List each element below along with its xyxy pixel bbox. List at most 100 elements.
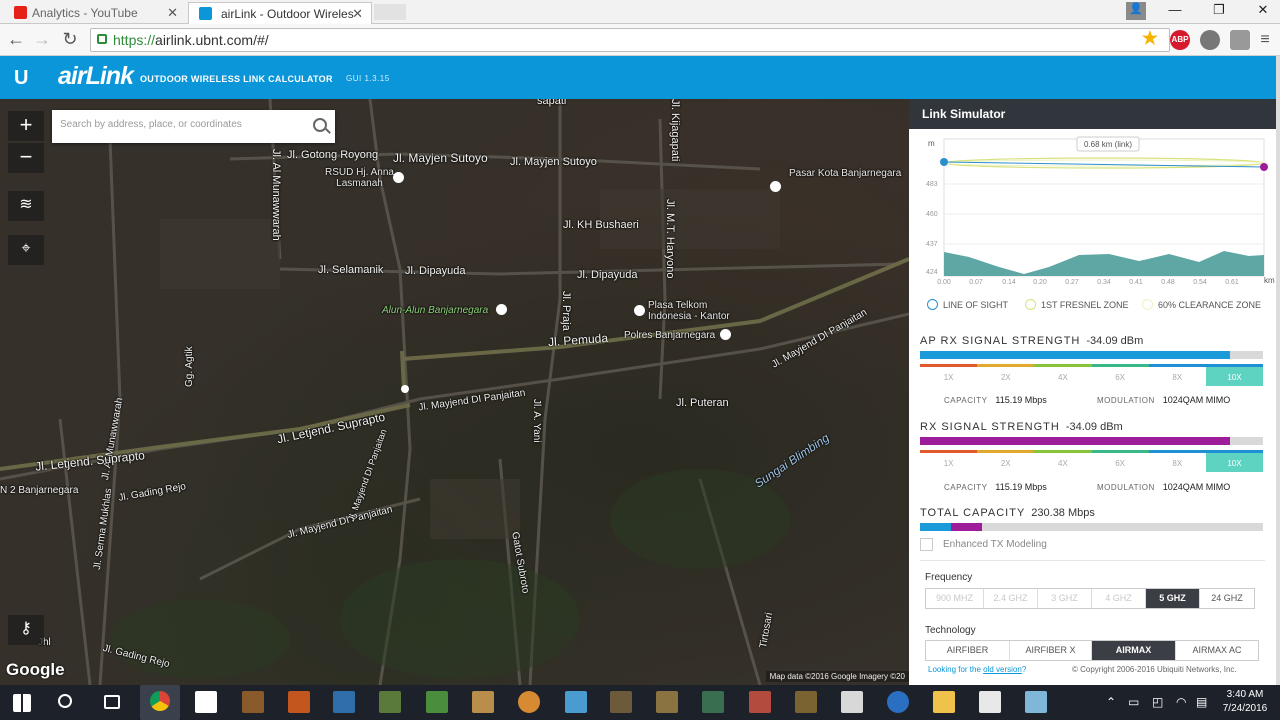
ap-modulation-scale: 1X 2X 4X 6X 8X 10X (920, 364, 1264, 386)
chevron-up-icon[interactable]: ⌃ (1106, 695, 1116, 709)
tab-title: airLink - Outdoor Wireles (221, 7, 354, 21)
app-icon[interactable] (518, 691, 540, 713)
total-capacity-heading: TOTAL CAPACITY 230.38 Mbps (920, 507, 1095, 519)
street-label: Gg. Agtik (184, 346, 195, 387)
map-attribution[interactable]: Map data ©2016 Google Imagery ©20 (765, 671, 909, 682)
markers-icon[interactable]: ⌖ (8, 235, 44, 265)
minimize-button[interactable]: — (1160, 2, 1190, 22)
app-icon[interactable] (379, 691, 401, 713)
scale-mark: 2X (1000, 373, 1011, 382)
app-icon[interactable] (242, 691, 264, 713)
app-header: U airLink OUTDOOR WIRELESS LINK CALCULAT… (0, 56, 1276, 99)
app-icon[interactable] (702, 691, 724, 713)
folder-icon[interactable] (933, 691, 955, 713)
ubiquiti-logo[interactable]: U (14, 67, 28, 90)
copyright-text: © Copyright 2006-2016 Ubiquiti Networks,… (1072, 665, 1237, 674)
ap-endpoint-icon[interactable] (940, 158, 948, 166)
app-icon[interactable] (472, 691, 494, 713)
app-icon[interactable] (288, 691, 310, 713)
notifications-icon[interactable]: ▤ (1196, 695, 1207, 709)
frequency-option-4[interactable]: 4 GHZ (1092, 589, 1146, 608)
reload-icon[interactable]: ↻ (58, 28, 82, 52)
search-icon[interactable] (58, 694, 72, 708)
app-icon[interactable] (333, 691, 355, 713)
technology-option-airfiber[interactable]: AIRFIBER (926, 641, 1010, 660)
app-icon[interactable] (795, 691, 817, 713)
adblock-icon[interactable]: ABP (1170, 30, 1190, 50)
task-view-icon[interactable] (104, 695, 120, 709)
star-icon[interactable]: ★ (1140, 28, 1160, 48)
browser-tab-strip: Analytics - YouTube ✕ airLink - Outdoor … (0, 0, 1280, 24)
technology-option-airmax[interactable]: AIRMAX (1092, 641, 1176, 660)
enhanced-tx-checkbox[interactable] (920, 538, 933, 551)
globe-icon[interactable] (887, 691, 909, 713)
app-icon[interactable] (565, 691, 587, 713)
search-input[interactable] (60, 119, 300, 130)
legend-fresnel-zone: 1ST FRESNEL ZONE (1025, 299, 1129, 310)
store-icon[interactable] (195, 691, 217, 713)
close-window-button[interactable]: ✕ (1248, 2, 1278, 22)
search-icon[interactable] (313, 118, 327, 132)
wifi-icon[interactable]: ◠ (1176, 695, 1186, 709)
satellite-map[interactable]: sapati Jl. Gotong Royong Jl. Mayjen Suto… (0, 99, 909, 685)
street-label: N 2 Banjarnegara (0, 485, 79, 496)
zoom-in-button[interactable]: + (8, 111, 44, 141)
menu-icon[interactable]: ≡ (1258, 30, 1272, 50)
airlink-logo[interactable]: airLink (58, 62, 134, 91)
scale-mark: 4X (1058, 373, 1068, 382)
scale-mark: 2X (1000, 459, 1011, 468)
ap-signal-bar (920, 351, 1263, 359)
station-endpoint-icon[interactable] (1260, 163, 1268, 171)
app-icon[interactable] (979, 691, 1001, 713)
tab-airlink[interactable]: airLink - Outdoor Wireles ✕ (188, 2, 372, 24)
app-icon[interactable] (841, 691, 863, 713)
technology-option-airfiber-x[interactable]: AIRFIBER X (1010, 641, 1092, 660)
frequency-selector: 900 MHZ 2.4 GHZ 3 GHZ 4 GHZ 5 GHZ 24 GHZ (925, 588, 1255, 609)
profile-icon[interactable]: 👤 (1126, 2, 1146, 20)
tab-youtube[interactable]: Analytics - YouTube ✕ (0, 2, 186, 24)
x-tick: 0.27 (1065, 279, 1079, 286)
ubiquiti-icon (199, 7, 212, 20)
forward-icon[interactable]: → (30, 28, 54, 52)
technology-option-airmax-ac[interactable]: AIRMAX AC (1176, 641, 1258, 660)
street-label: Jl. Praja (560, 291, 572, 331)
app-icon[interactable] (749, 691, 771, 713)
frequency-option-2-4[interactable]: 2.4 GHZ (984, 589, 1038, 608)
street-label: Jl. A. Yani (531, 399, 542, 443)
frequency-option-5[interactable]: 5 GHZ (1146, 589, 1200, 608)
page-scrollbar[interactable] (1276, 56, 1280, 685)
frequency-option-900[interactable]: 900 MHZ (926, 589, 984, 608)
scale-mark-active: 10X (1205, 367, 1264, 386)
network-icon[interactable]: ◰ (1152, 695, 1163, 709)
map-marker-icon[interactable] (401, 385, 409, 393)
maximize-button[interactable]: ❐ (1204, 2, 1234, 22)
url-text: https://airlink.ubnt.com/#/ (113, 32, 269, 48)
battery-icon[interactable]: ▭ (1128, 695, 1139, 709)
y-tick: 424 (926, 269, 938, 276)
app-icon[interactable] (656, 691, 678, 713)
address-bar[interactable]: https://airlink.ubnt.com/#/ (90, 28, 1170, 52)
close-icon[interactable]: ✕ (352, 6, 363, 22)
taskbar-clock[interactable]: 3:40 AM 7/24/2016 (1214, 688, 1276, 716)
zoom-out-button[interactable]: − (8, 143, 44, 173)
street-label: Jl. Mayjen Sutoyo (510, 156, 597, 168)
key-icon[interactable]: ⚷ (8, 615, 44, 645)
app-icon[interactable] (610, 691, 632, 713)
puzzle-icon[interactable] (1230, 30, 1250, 50)
app-icon[interactable] (1025, 691, 1047, 713)
new-tab-button[interactable] (374, 4, 406, 20)
old-version-link[interactable]: old version (983, 665, 1022, 674)
windows-start-icon[interactable] (13, 694, 31, 712)
frequency-option-24[interactable]: 24 GHZ (1200, 589, 1254, 608)
back-icon[interactable]: ← (4, 28, 28, 52)
settings-extension-icon[interactable] (1200, 30, 1220, 50)
x-tick: 0.48 (1161, 279, 1175, 286)
tab-title: Analytics - YouTube (32, 6, 138, 20)
link-distance-label: 0.68 km (link) (1084, 140, 1132, 149)
close-icon[interactable]: ✕ (167, 5, 178, 21)
x-tick: 0.61 (1225, 279, 1239, 286)
app-icon[interactable] (426, 691, 448, 713)
frequency-option-3[interactable]: 3 GHZ (1038, 589, 1092, 608)
layers-icon[interactable]: ≋ (8, 191, 44, 221)
x-tick: 0.07 (969, 279, 983, 286)
